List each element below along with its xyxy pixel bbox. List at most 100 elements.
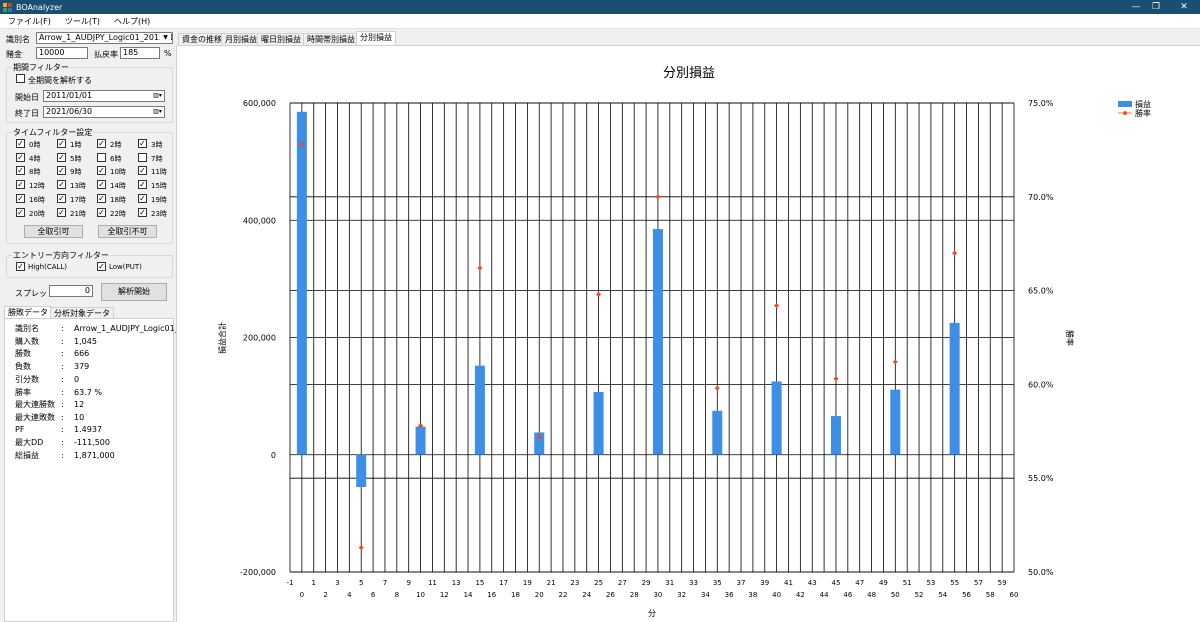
hour-checkbox[interactable]: ✓ bbox=[16, 193, 25, 203]
hour-checkbox[interactable]: ✓ bbox=[16, 139, 25, 148]
hour-checkbox[interactable]: ✓ bbox=[97, 180, 106, 190]
title-bar: BOAnalyzer — ❐ ✕ bbox=[0, 0, 1200, 14]
hour-checkbox[interactable]: ✓ bbox=[138, 207, 147, 217]
y2-tick-label: 75.0% bbox=[1028, 99, 1054, 108]
hour-checkbox[interactable]: ✓ bbox=[57, 207, 66, 217]
bar bbox=[712, 410, 723, 455]
menu-file[interactable]: ファイル(F) bbox=[0, 16, 57, 27]
stat-key: 引分数 bbox=[15, 374, 39, 384]
hour-label: 23時 bbox=[151, 209, 167, 218]
tab-weekday-pl[interactable]: 曜日別損益 bbox=[257, 33, 305, 45]
legend-bar-swatch bbox=[1118, 101, 1132, 107]
hour-label: 13時 bbox=[70, 182, 86, 191]
x-tick-label: 8 bbox=[395, 591, 399, 599]
hour-checkbox[interactable] bbox=[97, 152, 106, 162]
tab-minute-pl[interactable]: 分別損益 bbox=[356, 31, 396, 45]
hour-label: 19時 bbox=[151, 195, 167, 204]
stat-row: 最大連敗数:10 bbox=[15, 412, 84, 423]
hour-checkbox[interactable]: ✓ bbox=[57, 193, 66, 203]
stat-key: PF bbox=[15, 424, 25, 434]
stat-key: 最大連勝数 bbox=[15, 400, 55, 410]
tab-funds-history[interactable]: 資金の推移 bbox=[178, 33, 226, 45]
hour-checkbox[interactable]: ✓ bbox=[97, 166, 106, 176]
allow-all-button[interactable]: 全取引可 bbox=[24, 225, 83, 238]
hour-label: 5時 bbox=[70, 154, 82, 163]
run-analysis-button[interactable]: 解析開始 bbox=[101, 283, 167, 301]
bar bbox=[949, 322, 960, 455]
all-period-checkbox[interactable] bbox=[16, 74, 25, 83]
y2-tick-label: 50.0% bbox=[1028, 568, 1054, 577]
x-tick-label: 15 bbox=[475, 579, 484, 587]
hour-checkbox[interactable] bbox=[138, 152, 147, 162]
x-axis-label: 分 bbox=[648, 609, 656, 618]
hour-checkbox[interactable]: ✓ bbox=[57, 152, 66, 162]
hour-label: 14時 bbox=[110, 182, 126, 191]
bar bbox=[652, 229, 663, 455]
y2-tick-label: 55.0% bbox=[1028, 474, 1054, 483]
entry-filter-title: エントリー方向フィルター bbox=[12, 250, 110, 261]
stat-value: 10 bbox=[74, 412, 85, 422]
menu-tools[interactable]: ツール(T) bbox=[57, 16, 106, 27]
x-tick-label: 54 bbox=[938, 591, 947, 599]
start-date-picker[interactable]: 2011/01/01 ▥▾ bbox=[43, 90, 165, 102]
end-date-picker[interactable]: 2021/06/30 ▥▾ bbox=[43, 106, 165, 118]
calendar-icon: ▥▾ bbox=[153, 108, 162, 115]
x-tick-label: 39 bbox=[760, 579, 769, 587]
x-tick-label: 60 bbox=[1010, 591, 1019, 599]
low-checkbox[interactable]: ✓ bbox=[97, 262, 106, 271]
stats-panel: 識別名: Arrow_1_AUDJPY_Logic01_2015 購入数:1,045… bbox=[4, 318, 199, 622]
hour-checkbox[interactable]: ✓ bbox=[57, 139, 66, 148]
hour-label: 2時 bbox=[110, 141, 122, 149]
id-select[interactable]: Arrow_1_AUDJPY_Logic01_20150101_2 ▼ bbox=[36, 32, 173, 44]
hour-label: 21時 bbox=[70, 209, 86, 218]
hour-checkbox[interactable]: ✓ bbox=[97, 193, 106, 203]
stat-value: 63.7 % bbox=[74, 387, 102, 397]
hour-label: 20時 bbox=[29, 209, 45, 218]
hour-checkbox[interactable]: ✓ bbox=[57, 180, 66, 190]
hour-label: 18時 bbox=[110, 195, 126, 204]
end-date-value: 2021/06/30 bbox=[46, 107, 93, 116]
spread-input[interactable]: 0 bbox=[49, 285, 93, 297]
stat-value: 1,871,000 bbox=[74, 451, 115, 460]
restore-button[interactable]: ❐ bbox=[1142, 0, 1170, 14]
payout-unit: % bbox=[164, 49, 172, 58]
menu-help[interactable]: ヘルプ(H) bbox=[106, 16, 156, 27]
x-tick-label: 37 bbox=[737, 579, 746, 587]
high-checkbox[interactable]: ✓ bbox=[16, 262, 25, 271]
stat-key: 購入数 bbox=[15, 336, 39, 346]
hour-checkbox[interactable]: ✓ bbox=[138, 139, 147, 148]
x-tick-label: 24 bbox=[582, 591, 591, 599]
stat-row: 引分数:0 bbox=[15, 374, 79, 385]
stat-colon: : bbox=[61, 374, 64, 384]
legend-line-label: 勝率 bbox=[1135, 108, 1151, 118]
hour-checkbox[interactable]: ✓ bbox=[138, 166, 147, 176]
hour-checkbox[interactable]: ✓ bbox=[16, 180, 25, 190]
hour-checkbox[interactable]: ✓ bbox=[138, 180, 147, 190]
close-button[interactable]: ✕ bbox=[1170, 0, 1198, 14]
hour-label: 17時 bbox=[70, 195, 86, 204]
win-rate-marker bbox=[477, 265, 483, 271]
x-tick-label: 3 bbox=[335, 579, 339, 587]
x-tick-label: 32 bbox=[677, 591, 686, 599]
x-tick-label: 2 bbox=[323, 591, 327, 599]
x-tick-label: 5 bbox=[359, 579, 363, 587]
hour-checkbox[interactable]: ✓ bbox=[16, 152, 25, 162]
x-tick-label: 33 bbox=[689, 579, 698, 587]
hour-label: 16時 bbox=[29, 195, 45, 204]
hour-checkbox[interactable]: ✓ bbox=[57, 166, 66, 176]
x-tick-label: 41 bbox=[784, 579, 793, 587]
deny-all-button[interactable]: 全取引不可 bbox=[98, 225, 157, 238]
capital-input[interactable]: 10000 bbox=[36, 47, 88, 59]
x-tick-label: 26 bbox=[606, 591, 615, 599]
hour-checkbox[interactable]: ✓ bbox=[16, 166, 25, 176]
hour-label: 15時 bbox=[151, 182, 167, 191]
win-rate-marker bbox=[952, 250, 958, 256]
payout-input[interactable]: 185 bbox=[120, 47, 160, 59]
hour-checkbox[interactable]: ✓ bbox=[97, 207, 106, 217]
hour-checkbox[interactable]: ✓ bbox=[16, 207, 25, 217]
hour-label: 6時 bbox=[110, 154, 122, 163]
hour-checkbox[interactable]: ✓ bbox=[138, 193, 147, 203]
tab-hourly-pl[interactable]: 時間帯別損益 bbox=[303, 33, 359, 45]
tab-monthly-pl[interactable]: 月別損益 bbox=[221, 33, 261, 45]
hour-checkbox[interactable]: ✓ bbox=[97, 139, 106, 148]
